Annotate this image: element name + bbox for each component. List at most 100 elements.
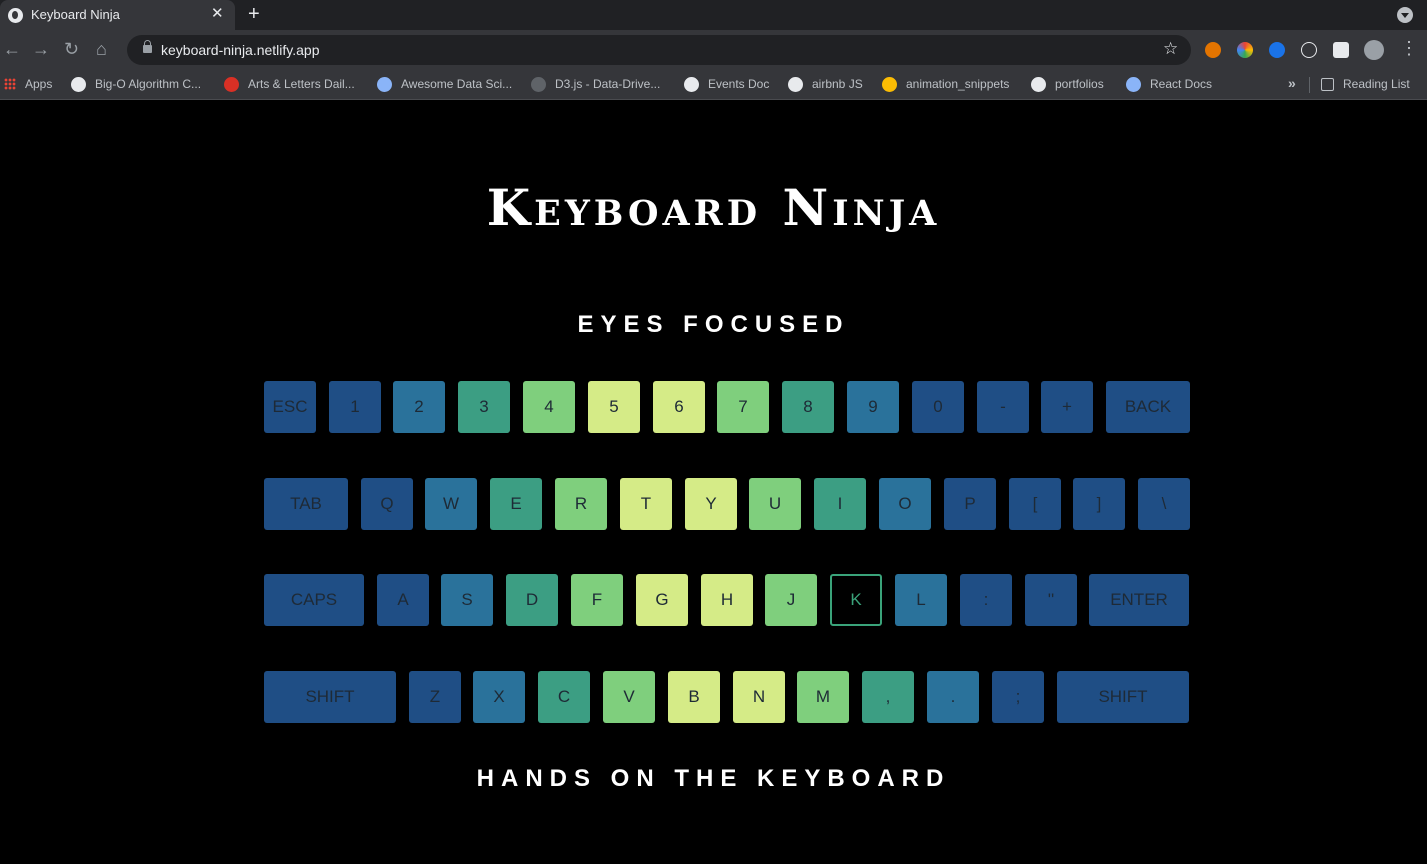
key[interactable]: Y bbox=[685, 478, 737, 530]
avatar[interactable] bbox=[1364, 40, 1384, 60]
browser-toolbar: ← → ↻ ⌂ keyboard-ninja.netlify.app ☆ ⋮ bbox=[0, 30, 1427, 70]
key[interactable]: Q bbox=[361, 478, 413, 530]
bookmark-label: React Docs bbox=[1150, 77, 1213, 91]
tab-search-icon[interactable] bbox=[1397, 7, 1413, 23]
home-icon[interactable]: ⌂ bbox=[96, 39, 107, 59]
key[interactable]: O bbox=[879, 478, 931, 530]
more-menu-icon[interactable]: ⋮ bbox=[1400, 38, 1418, 59]
key[interactable]: B bbox=[668, 671, 720, 723]
reading-list-icon[interactable] bbox=[1321, 78, 1334, 91]
key[interactable]: 1 bbox=[329, 381, 381, 433]
extension-eyes-icon[interactable] bbox=[1205, 42, 1221, 58]
key[interactable]: TAB bbox=[264, 478, 348, 530]
close-tab-icon[interactable]: ✕ bbox=[211, 6, 224, 22]
react-devtools-icon[interactable] bbox=[1301, 42, 1317, 58]
lock-icon bbox=[143, 40, 152, 53]
key[interactable]: V bbox=[603, 671, 655, 723]
extension-c-icon[interactable] bbox=[1269, 42, 1285, 58]
address-bar[interactable]: keyboard-ninja.netlify.app ☆ bbox=[127, 35, 1191, 65]
key[interactable]: SHIFT bbox=[264, 671, 396, 723]
new-tab-button[interactable]: + bbox=[248, 3, 260, 26]
key[interactable]: E bbox=[490, 478, 542, 530]
cat-icon bbox=[684, 77, 699, 92]
d3-icon bbox=[531, 77, 546, 92]
key[interactable]: X bbox=[473, 671, 525, 723]
key[interactable]: 3 bbox=[458, 381, 510, 433]
key[interactable]: 4 bbox=[523, 381, 575, 433]
back-arrow-icon[interactable]: ← bbox=[3, 39, 21, 59]
key[interactable]: H bbox=[701, 574, 753, 626]
globe-icon bbox=[71, 77, 86, 92]
bookmark-label: Apps bbox=[25, 77, 53, 91]
key[interactable]: [ bbox=[1009, 478, 1061, 530]
key[interactable]: - bbox=[977, 381, 1029, 433]
key[interactable]: CAPS bbox=[264, 574, 364, 626]
key[interactable]: G bbox=[636, 574, 688, 626]
tab-title: Keyboard Ninja bbox=[31, 7, 120, 22]
key[interactable]: M bbox=[797, 671, 849, 723]
bookmark-label: Arts & Letters Dail... bbox=[248, 77, 355, 91]
key[interactable]: 0 bbox=[912, 381, 964, 433]
arts-letters-icon bbox=[224, 77, 239, 92]
key[interactable]: 5 bbox=[588, 381, 640, 433]
key[interactable]: T bbox=[620, 478, 672, 530]
bookmark-star-icon[interactable]: ☆ bbox=[1163, 39, 1178, 59]
key[interactable]: BACK bbox=[1106, 381, 1190, 433]
bookmark-label: Big-O Algorithm C... bbox=[95, 77, 202, 91]
key[interactable]: ENTER bbox=[1089, 574, 1189, 626]
key[interactable]: R bbox=[555, 478, 607, 530]
extensions-puzzle-icon[interactable] bbox=[1333, 42, 1349, 58]
key[interactable]: D bbox=[506, 574, 558, 626]
key[interactable]: N bbox=[733, 671, 785, 723]
bookmark-label: Events Doc bbox=[708, 77, 770, 91]
keyboard-row: ESC 1 2 3 4 5 6 7 8 9 0- + BACK bbox=[264, 381, 1190, 433]
key[interactable]: W bbox=[425, 478, 477, 530]
forward-arrow-icon[interactable]: → bbox=[32, 39, 50, 59]
key[interactable]: 8 bbox=[782, 381, 834, 433]
key-focused[interactable]: K bbox=[830, 574, 882, 626]
key[interactable]: F bbox=[571, 574, 623, 626]
key[interactable]: 6 bbox=[653, 381, 705, 433]
key[interactable]: J bbox=[765, 574, 817, 626]
key[interactable]: S bbox=[441, 574, 493, 626]
key[interactable]: SHIFT bbox=[1057, 671, 1189, 723]
bookmark-label: D3.js - Data-Drive... bbox=[555, 77, 661, 91]
keyboard-row: CAPS A S D F G H J K L: '' ENTER bbox=[264, 574, 1190, 626]
snippet-icon bbox=[882, 77, 897, 92]
active-tab[interactable]: Keyboard Ninja ✕ bbox=[0, 0, 235, 30]
globe-icon bbox=[8, 8, 23, 23]
key[interactable]: ESC bbox=[264, 381, 316, 433]
key[interactable]: '' bbox=[1025, 574, 1077, 626]
reload-icon[interactable]: ↻ bbox=[64, 39, 79, 59]
extension-color-icon[interactable] bbox=[1237, 42, 1253, 58]
reading-list-button[interactable]: Reading List bbox=[1343, 77, 1410, 91]
key[interactable]: A bbox=[377, 574, 429, 626]
bookmark-label: airbnb JS bbox=[812, 77, 863, 91]
github-icon bbox=[1031, 77, 1046, 92]
subtitle-eyes-focused: EYES FOCUSED bbox=[577, 311, 850, 338]
url-text[interactable]: keyboard-ninja.netlify.app bbox=[161, 42, 320, 58]
bookmark-label: animation_snippets bbox=[906, 77, 1010, 91]
key[interactable]: ] bbox=[1073, 478, 1125, 530]
key[interactable]: + bbox=[1041, 381, 1093, 433]
key[interactable]: \ bbox=[1138, 478, 1190, 530]
key[interactable]: U bbox=[749, 478, 801, 530]
key[interactable]: P bbox=[944, 478, 996, 530]
key[interactable]: 9 bbox=[847, 381, 899, 433]
bookmarks-bar: Apps Big-O Algorithm C... Arts & Letters D… bbox=[0, 70, 1427, 100]
key[interactable]: ; bbox=[992, 671, 1044, 723]
key[interactable]: , bbox=[862, 671, 914, 723]
more-bookmarks-button[interactable]: » bbox=[1288, 75, 1296, 91]
key[interactable]: C bbox=[538, 671, 590, 723]
keyboard-row: TAB Q W E R T Y U I O P[] \ bbox=[264, 478, 1190, 530]
key[interactable]: Z bbox=[409, 671, 461, 723]
key[interactable]: L bbox=[895, 574, 947, 626]
key[interactable]: . bbox=[927, 671, 979, 723]
bookmark-label: Awesome Data Sci... bbox=[401, 77, 513, 91]
page-title: Keyboard Ninja bbox=[486, 178, 941, 237]
key[interactable]: : bbox=[960, 574, 1012, 626]
react-icon bbox=[1126, 77, 1141, 92]
key[interactable]: I bbox=[814, 478, 866, 530]
key[interactable]: 7 bbox=[717, 381, 769, 433]
key[interactable]: 2 bbox=[393, 381, 445, 433]
